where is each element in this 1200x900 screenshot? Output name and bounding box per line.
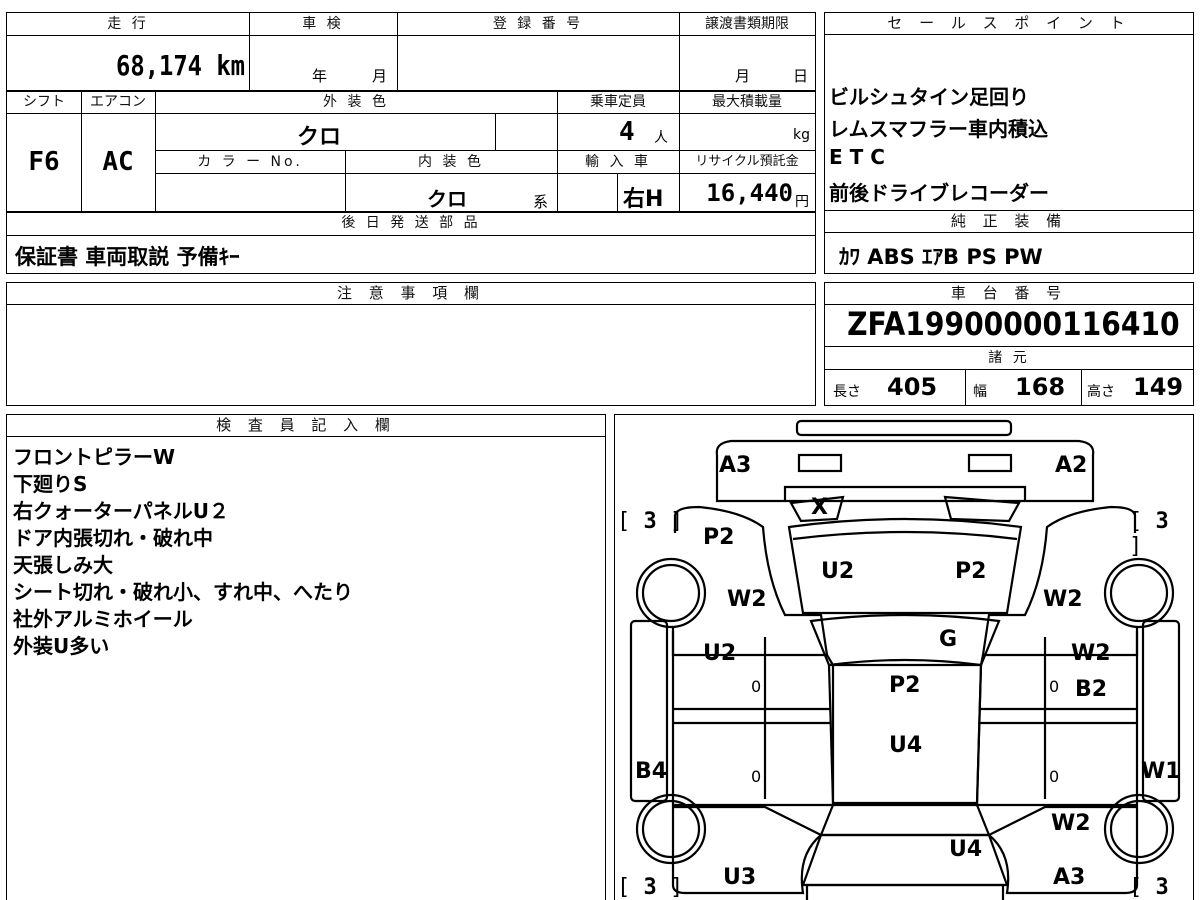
- tread-rl-value: 3: [643, 875, 657, 900]
- inspector-box: 検 査 員 記 入 欄 フロントピラーW 下廻りS 右クォーターパネルU２ ドア…: [6, 414, 606, 900]
- exterior-label: 外 装 色: [323, 94, 389, 110]
- recycle-unit: 円: [795, 194, 809, 210]
- tread-fl-value: 3: [643, 509, 657, 534]
- color-no-label: カ ラ ー No.: [197, 154, 303, 170]
- inspector-line-3: 右クォーターパネルU２: [13, 499, 230, 523]
- mark-zero-3: 0: [751, 767, 762, 786]
- interior-suffix: 系: [533, 193, 549, 211]
- length-label: 長さ: [833, 384, 861, 400]
- tread-rl: [ 3 ]: [617, 875, 684, 900]
- inspector-line-1: フロントピラーW: [13, 445, 176, 469]
- inspection-label: 車 検: [302, 16, 344, 32]
- inspector-line-8: 外装U多い: [13, 634, 110, 658]
- inspector-line-4: ドア内張切れ・破れ中: [13, 526, 213, 550]
- height-value: 149: [1133, 373, 1184, 401]
- mark-a3-bottom: A3: [1053, 865, 1086, 890]
- mark-w2-fr: W2: [1043, 587, 1083, 612]
- mark-u4-roof: U4: [889, 733, 923, 758]
- sales-points-box: セ ー ル ス ポ イ ン ト ビルシュタイン足回り レムスマフラー車内積込 E…: [824, 12, 1194, 212]
- spec-label: 諸 元: [988, 350, 1030, 366]
- width-label: 幅: [973, 384, 987, 400]
- mark-b2: B2: [1075, 677, 1108, 702]
- import-label: 輸 入 車: [585, 154, 651, 170]
- inspection-year: 年: [312, 67, 328, 85]
- mark-zero-4: 0: [1049, 767, 1060, 786]
- mark-p2-roof: P2: [889, 673, 921, 698]
- width-value: 168: [1015, 373, 1066, 401]
- mark-w2-right-door: W2: [1071, 641, 1111, 666]
- transfer-day: 日: [793, 67, 809, 85]
- equipment-label: 純 正 装 備: [825, 211, 1193, 233]
- later-parts-label: 後 日 発 送 部 品: [341, 215, 481, 231]
- mark-zero-2: 0: [1049, 677, 1060, 696]
- mileage-label: 走 行: [107, 16, 149, 32]
- sales-point-4: 前後ドライブレコーダー: [829, 181, 1049, 205]
- tread-fr: [ 3 ]: [1129, 509, 1169, 559]
- later-parts-value: 保証書 車両取説 予備ｷｰ: [15, 245, 240, 269]
- ac-label: エアコン: [90, 94, 146, 110]
- inspector-label: 検 査 員 記 入 欄: [7, 415, 605, 437]
- load-label: 最大積載量: [712, 94, 782, 110]
- equipment-value: ｶﾜ ABS ｴｱB PS PW: [839, 245, 1043, 269]
- mark-u2-left-door: U2: [703, 641, 737, 666]
- inspector-line-6: シート切れ・破れ小、すれ中、へたり: [13, 580, 353, 604]
- chassis-label: 車 台 番 号: [825, 283, 1193, 305]
- car-diagram-box: A3 A2 X P2 U2 P2 W2 W2 G U2 W2 P2 B2 U4 …: [614, 414, 1194, 900]
- shift-value: F6: [28, 147, 60, 177]
- equipment-box: 純 正 装 備 ｶﾜ ABS ｴｱB PS PW: [824, 210, 1194, 274]
- length-value: 405: [887, 373, 938, 401]
- mark-w2-rr: W2: [1051, 811, 1091, 836]
- interior-value: クロ: [427, 187, 467, 211]
- mark-w1: W1: [1141, 759, 1181, 784]
- registration-label: 登 録 番 号: [492, 16, 584, 32]
- notes-box: 注 意 事 項 欄: [6, 282, 816, 406]
- sales-point-1: ビルシュタイン足回り: [829, 85, 1029, 109]
- tread-fr-value: 3: [1155, 509, 1169, 534]
- exterior-value: クロ: [297, 125, 342, 150]
- recycle-label: リサイクル預託金: [695, 154, 799, 169]
- mark-zero-1: 0: [751, 677, 762, 696]
- capacity-label: 乗車定員: [590, 94, 646, 110]
- mark-w2-fl: W2: [727, 587, 767, 612]
- tread-fl: [ 3 ]: [617, 509, 684, 534]
- inspector-line-2: 下廻りS: [13, 472, 88, 496]
- notes-label: 注 意 事 項 欄: [7, 283, 815, 305]
- load-unit: kg: [793, 127, 810, 143]
- mark-x: X: [811, 495, 828, 520]
- mileage-value: 68,174 km: [116, 49, 245, 82]
- mark-u2-hood: U2: [821, 559, 855, 584]
- capacity-value: 4: [619, 117, 635, 147]
- mark-p2-left: P2: [703, 525, 735, 550]
- chassis-number: ZFA19900000116410: [847, 305, 1180, 343]
- mark-u3: U3: [723, 865, 757, 890]
- transfer-label: 譲渡書類期限: [705, 16, 789, 32]
- shift-label: シフト: [23, 94, 65, 110]
- mark-u4-trunk: U4: [949, 837, 983, 862]
- inspector-line-5: 天張しみ大: [13, 553, 113, 577]
- mark-p2-hood: P2: [955, 559, 987, 584]
- mark-b4: B4: [635, 759, 668, 784]
- capacity-unit: 人: [654, 130, 668, 146]
- inspector-line-7: 社外アルミホイール: [13, 607, 193, 631]
- recycle-value: 16,440: [706, 179, 793, 207]
- mark-g: G: [939, 627, 958, 652]
- height-label: 高さ: [1087, 384, 1115, 400]
- interior-label: 内 装 色: [418, 154, 484, 170]
- ac-value: AC: [102, 147, 134, 177]
- sales-point-2: レムスマフラー車内積込: [829, 117, 1048, 141]
- mark-a2-top: A2: [1055, 453, 1088, 478]
- inspection-month: 月: [372, 67, 388, 85]
- transfer-month: 月: [735, 67, 751, 85]
- sales-point-3: E T C: [829, 145, 885, 169]
- import-value: 右H: [623, 187, 664, 212]
- vehicle-info-table: 走 行 車 検 登 録 番 号 譲渡書類期限 68,174 km 年 月 月 日…: [6, 12, 816, 274]
- tread-rr: [ 3 ]: [1129, 875, 1169, 900]
- sales-points-label: セ ー ル ス ポ イ ン ト: [825, 13, 1193, 35]
- mark-a3-top: A3: [719, 453, 752, 478]
- chassis-box: 車 台 番 号 ZFA19900000116410 諸 元 長さ 405 幅 1…: [824, 282, 1194, 406]
- tread-rr-value: 3: [1155, 875, 1169, 900]
